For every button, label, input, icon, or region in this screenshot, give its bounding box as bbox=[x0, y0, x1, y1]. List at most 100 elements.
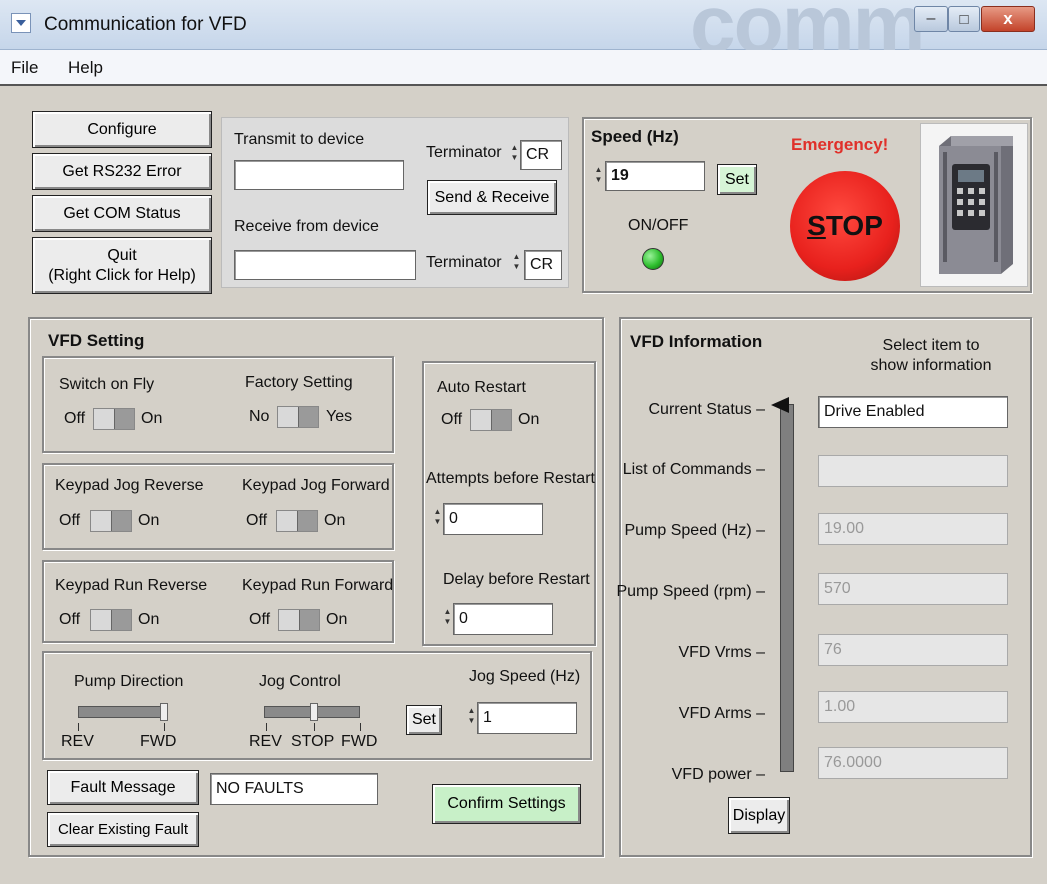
vfd-setting-panel: VFD Setting Switch on Fly Off On Factory… bbox=[28, 317, 604, 857]
transmit-label: Transmit to device bbox=[234, 131, 365, 148]
transmit-terminator-field[interactable]: CR bbox=[520, 140, 562, 170]
pump-direction-fwd-label: FWD bbox=[140, 733, 177, 750]
vfd-information-title: VFD Information bbox=[630, 332, 763, 351]
keypad-run-forward-label: Keypad Run Forward bbox=[242, 577, 394, 594]
send-receive-button[interactable]: Send & Receive bbox=[427, 180, 557, 215]
attempts-input[interactable]: 0 bbox=[443, 503, 543, 535]
auto-restart-on-label: On bbox=[518, 411, 540, 428]
pump-direction-rev-label: REV bbox=[61, 733, 94, 750]
info-label-current-status[interactable]: Current Status – bbox=[649, 401, 766, 419]
fly-factory-group: Switch on Fly Off On Factory Setting No … bbox=[42, 356, 394, 453]
keypad-jog-forward-on-label: On bbox=[324, 512, 346, 529]
factory-setting-toggle[interactable] bbox=[277, 406, 319, 428]
transmit-terminator-spinner-icon[interactable]: ▲ ▼ bbox=[510, 143, 519, 165]
keypad-run-forward-toggle[interactable] bbox=[278, 609, 320, 631]
minimize-button[interactable]: – bbox=[914, 6, 948, 32]
transmit-input[interactable] bbox=[234, 160, 404, 190]
get-com-status-button[interactable]: Get COM Status bbox=[32, 195, 212, 232]
keypad-run-reverse-toggle[interactable] bbox=[90, 609, 132, 631]
info-value-vfd-arms: 1.00 bbox=[818, 691, 1008, 723]
jog-speed-set-button[interactable]: Set bbox=[406, 705, 442, 735]
confirm-settings-button[interactable]: Confirm Settings bbox=[432, 784, 581, 824]
receive-terminator-field[interactable]: CR bbox=[524, 250, 562, 280]
speed-spinner-icon[interactable]: ▲ ▼ bbox=[594, 165, 603, 187]
minimize-icon: – bbox=[926, 10, 936, 27]
keypad-jog-group: Keypad Jog Reverse Off On Keypad Jog For… bbox=[42, 463, 394, 550]
app-icon bbox=[11, 13, 31, 33]
configure-button[interactable]: Configure bbox=[32, 111, 212, 148]
jog-control-stop-label: STOP bbox=[291, 733, 335, 750]
menu-help[interactable]: Help bbox=[68, 58, 103, 78]
jog-speed-label: Jog Speed (Hz) bbox=[469, 668, 581, 685]
info-value-current-status: Drive Enabled bbox=[818, 396, 1008, 428]
receive-terminator-label: Terminator bbox=[426, 254, 502, 271]
select-item-hint-line1: Select item to bbox=[882, 337, 980, 354]
quit-help-label: (Right Click for Help) bbox=[48, 266, 196, 284]
quit-button[interactable]: Quit (Right Click for Help) bbox=[32, 237, 212, 294]
jog-speed-spinner-icon[interactable]: ▲ ▼ bbox=[467, 706, 476, 728]
stop-label: TOP bbox=[825, 210, 883, 241]
vfd-information-panel: VFD Information Select item to show info… bbox=[616, 317, 1032, 857]
auto-restart-toggle[interactable] bbox=[470, 409, 512, 431]
keypad-jog-forward-off-label: Off bbox=[246, 512, 268, 529]
speed-title: Speed (Hz) bbox=[591, 127, 679, 146]
switch-on-fly-toggle[interactable] bbox=[93, 408, 135, 430]
factory-setting-no-label: No bbox=[249, 408, 270, 425]
delay-input[interactable]: 0 bbox=[453, 603, 553, 635]
jog-control-slider-thumb[interactable] bbox=[310, 703, 318, 721]
jog-control-tick-rev bbox=[266, 723, 267, 731]
maximize-icon: □ bbox=[959, 10, 969, 28]
keypad-jog-forward-toggle[interactable] bbox=[276, 510, 318, 532]
receive-terminator-spinner-icon[interactable]: ▲ ▼ bbox=[512, 252, 521, 274]
get-rs232-error-button[interactable]: Get RS232 Error bbox=[32, 153, 212, 190]
auto-restart-off-label: Off bbox=[441, 411, 463, 428]
jog-control-tick-fwd bbox=[360, 723, 361, 731]
title-bar: Communication for VFD comm – □ x bbox=[0, 0, 1047, 70]
vfd-setting-title: VFD Setting bbox=[48, 331, 145, 350]
info-label-vfd-arms[interactable]: VFD Arms – bbox=[679, 705, 765, 723]
info-label-vfd-vrms[interactable]: VFD Vrms – bbox=[678, 644, 765, 662]
info-label-pump-speed-hz[interactable]: Pump Speed (Hz) – bbox=[624, 522, 765, 540]
fault-message-button[interactable]: Fault Message bbox=[47, 770, 199, 805]
attempts-spinner-icon[interactable]: ▲ ▼ bbox=[433, 507, 442, 529]
keypad-run-group: Keypad Run Reverse Off On Keypad Run For… bbox=[42, 560, 394, 643]
delay-spinner-icon[interactable]: ▲ ▼ bbox=[443, 607, 452, 629]
speed-input[interactable]: 19 bbox=[605, 161, 705, 191]
pump-direction-slider[interactable] bbox=[78, 706, 168, 718]
transmit-terminator-label: Terminator bbox=[426, 144, 502, 161]
vfd-drive-image bbox=[920, 123, 1028, 287]
onoff-led-indicator bbox=[642, 248, 664, 270]
clear-existing-fault-button[interactable]: Clear Existing Fault bbox=[47, 812, 199, 847]
keypad-run-reverse-off-label: Off bbox=[59, 611, 81, 628]
info-label-vfd-power[interactable]: VFD power – bbox=[672, 766, 765, 784]
select-item-hint-line2: show information bbox=[870, 357, 992, 374]
attempts-before-restart-label: Attempts before Restart bbox=[426, 470, 595, 487]
keypad-run-reverse-on-label: On bbox=[138, 611, 160, 628]
pump-direction-label: Pump Direction bbox=[74, 673, 184, 690]
info-value-vfd-vrms: 76 bbox=[818, 634, 1008, 666]
auto-restart-group: Auto Restart Off On Attempts before Rest… bbox=[422, 361, 596, 646]
pump-direction-tick-rev bbox=[78, 723, 79, 731]
display-button[interactable]: Display bbox=[728, 797, 790, 834]
jog-speed-input[interactable]: 1 bbox=[477, 702, 577, 734]
pump-direction-slider-thumb[interactable] bbox=[160, 703, 168, 721]
info-label-list-of-commands[interactable]: List of Commands – bbox=[623, 461, 765, 479]
keypad-jog-reverse-on-label: On bbox=[138, 512, 160, 529]
keypad-jog-reverse-off-label: Off bbox=[59, 512, 81, 529]
keypad-jog-reverse-toggle[interactable] bbox=[90, 510, 132, 532]
info-selector-pointer-icon[interactable] bbox=[771, 397, 789, 413]
keypad-run-forward-on-label: On bbox=[326, 611, 348, 628]
info-value-pump-speed-hz: 19.00 bbox=[818, 513, 1008, 545]
stop-button[interactable]: S TOP bbox=[790, 171, 900, 281]
emergency-label: Emergency! bbox=[791, 135, 889, 154]
vfd-window: Communication for VFD comm – □ x File He… bbox=[0, 0, 1047, 884]
close-button[interactable]: x bbox=[981, 6, 1035, 32]
info-label-pump-speed-rpm[interactable]: Pump Speed (rpm) – bbox=[616, 583, 765, 601]
info-selector-rail[interactable] bbox=[780, 404, 794, 772]
maximize-button[interactable]: □ bbox=[948, 6, 980, 32]
menu-file[interactable]: File bbox=[11, 58, 38, 78]
info-value-pump-speed-rpm: 570 bbox=[818, 573, 1008, 605]
quit-label: Quit bbox=[107, 246, 137, 264]
jog-control-label: Jog Control bbox=[259, 673, 341, 690]
speed-set-button[interactable]: Set bbox=[717, 164, 757, 195]
